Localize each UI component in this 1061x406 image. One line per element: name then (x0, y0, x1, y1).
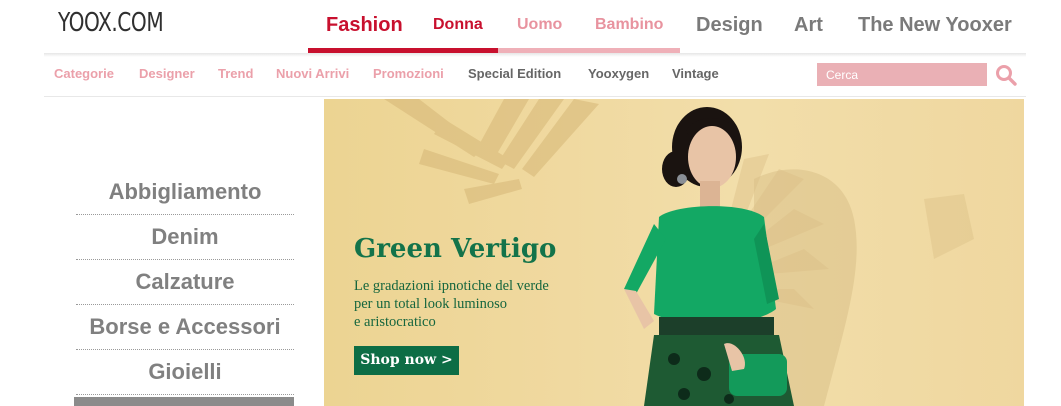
category-menu: Abbigliamento Denim Calzature Borse e Ac… (76, 170, 294, 395)
subnav-vintage[interactable]: Vintage (672, 66, 719, 81)
hero-description-line: per un total look luminoso (354, 296, 508, 312)
category-denim[interactable]: Denim (76, 215, 294, 260)
subnav-designer[interactable]: Designer (139, 66, 195, 81)
tab-uomo[interactable]: Uomo (517, 14, 562, 36)
tab-bambino[interactable]: Bambino (595, 14, 663, 36)
tab-art[interactable]: Art (794, 14, 823, 36)
hero-banner[interactable]: Green Vertigo Le gradazioni ipnotiche de… (324, 99, 1024, 406)
subnav-categorie[interactable]: Categorie (54, 66, 114, 81)
search-icon (996, 65, 1017, 86)
subnav-yooxygen[interactable]: Yooxygen (588, 66, 649, 81)
category-abbigliamento[interactable]: Abbigliamento (76, 170, 294, 215)
subnav-promozioni[interactable]: Promozioni (373, 66, 444, 81)
subnav-trend[interactable]: Trend (218, 66, 253, 81)
subnav-special-edition[interactable]: Special Edition (468, 66, 561, 81)
category-borse-e-accessori[interactable]: Borse e Accessori (76, 305, 294, 350)
tab-design[interactable]: Design (696, 14, 763, 36)
hero-description-line: Le gradazioni ipnotiche del verde (354, 278, 549, 294)
top-navigation: Fashion Donna Uomo Bambino Design Art Th… (308, 0, 1031, 54)
shop-now-button[interactable]: Shop now > (354, 346, 459, 375)
search-button[interactable] (994, 63, 1018, 87)
category-gioielli[interactable]: Gioielli (76, 350, 294, 395)
hero-description-line: e aristocratico (354, 314, 436, 330)
tab-the-new-yooxer[interactable]: The New Yooxer (858, 14, 1012, 36)
category-menu-next-item[interactable] (74, 397, 294, 406)
tab-fashion[interactable]: Fashion (326, 14, 403, 36)
subnav-nuovi-arrivi[interactable]: Nuovi Arrivi (276, 66, 349, 81)
category-calzature[interactable]: Calzature (76, 260, 294, 305)
search-input[interactable] (817, 63, 987, 86)
header-divider (44, 53, 1026, 57)
subnav-divider (44, 96, 1026, 97)
site-logo[interactable]: YOOX.COM (58, 8, 164, 38)
hero-description: Le gradazioni ipnotiche del verde per un… (354, 277, 614, 331)
hero-title: Green Vertigo (354, 234, 557, 264)
tab-donna[interactable]: Donna (433, 14, 483, 36)
